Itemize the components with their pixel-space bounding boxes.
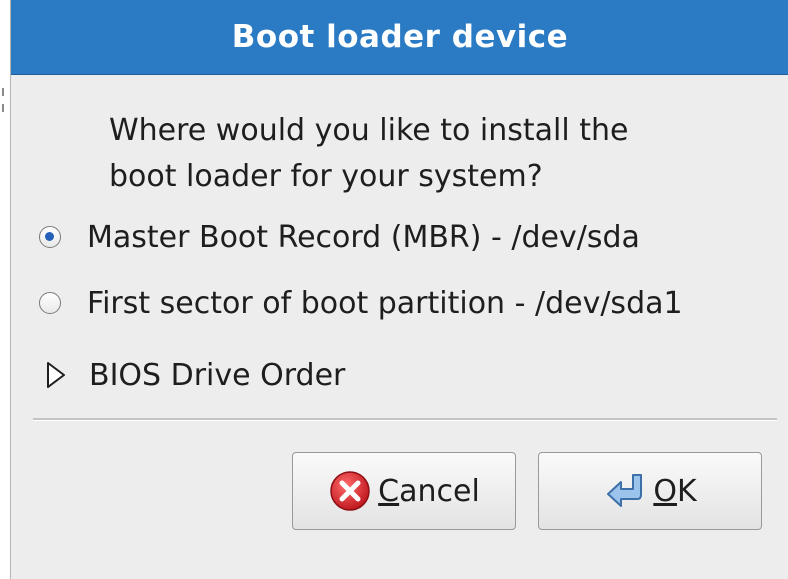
cancel-mnemonic: C [378,473,400,509]
mbr-option-label: Master Boot Record (MBR) - /dev/sda [87,219,640,255]
ok-mnemonic: O [653,473,677,509]
ok-return-icon [607,474,643,507]
ok-button-label: OK [653,474,696,509]
ok-label-rest: K [676,473,697,509]
question-text: Where would you like to install the boot… [109,108,749,200]
cancel-button[interactable]: Cancel [292,452,516,530]
edge-mark [2,104,4,112]
cancel-button-label: Cancel [378,474,480,509]
boot-partition-radio-button[interactable] [39,292,61,314]
boot-partition-option-label: First sector of boot partition - /dev/sd… [87,285,683,321]
expander-arrow-icon [47,362,65,388]
dialog-title: Boot loader device [231,19,569,55]
boot-loader-dialog: Boot loader device Where would you like … [10,0,788,579]
dialog-titlebar: Boot loader device [11,0,788,75]
mbr-radio-button[interactable] [39,226,61,248]
mbr-radio-option[interactable]: Master Boot Record (MBR) - /dev/sda [39,214,640,260]
background-window-edge [0,0,10,579]
question-line-1: Where would you like to install the [109,113,629,148]
bios-drive-order-expander[interactable]: BIOS Drive Order [45,352,345,398]
boot-partition-radio-option[interactable]: First sector of boot partition - /dev/sd… [39,280,683,326]
question-line-2: boot loader for your system? [109,159,543,194]
bios-drive-order-label: BIOS Drive Order [89,357,346,393]
cancel-icon [330,471,370,511]
ok-button[interactable]: OK [538,452,762,530]
edge-mark [2,88,4,96]
cancel-label-rest: ancel [399,473,480,509]
dialog-separator [33,418,777,421]
